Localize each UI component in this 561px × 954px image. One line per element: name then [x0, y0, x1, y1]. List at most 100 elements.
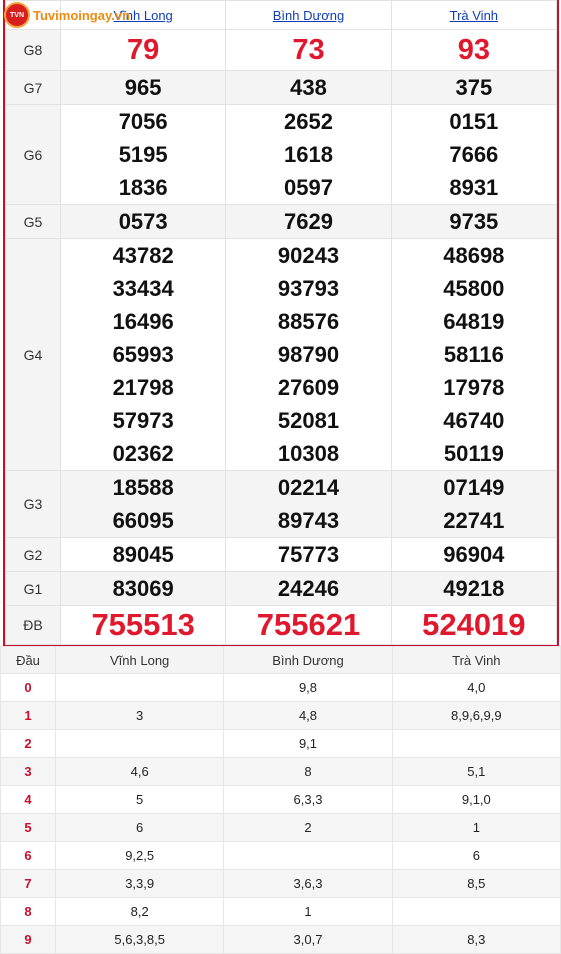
prize-label: ĐB	[5, 605, 61, 645]
dau-cell	[223, 841, 393, 870]
prize-number: 0597	[284, 175, 333, 200]
prize-number: 57973	[112, 408, 174, 433]
dau-row: 4 5 6,3,3 9,1,0	[0, 785, 561, 814]
prize-number: 24246	[277, 576, 340, 601]
prize-number: 02362	[112, 441, 174, 466]
prize-number: 73	[292, 34, 325, 66]
results-table-container: Vĩnh Long Bình Dương Trà Vinh G8 79 73 93 G7…	[3, 0, 559, 647]
dau-digit: 1	[0, 701, 56, 730]
dau-row: 3 4,6 8 5,1	[0, 757, 561, 786]
dau-cell	[54, 729, 225, 758]
prize-label: G4	[5, 238, 61, 471]
prize-number: 2652	[284, 109, 333, 134]
dau-row: 9 5,6,3,8,5 3,0,7 8,3	[0, 925, 561, 954]
dau-digit: 9	[0, 925, 56, 954]
prize-cell: 96904	[390, 537, 558, 572]
prize-cell: 0151 7666 8931	[390, 104, 558, 205]
prize-label: G5	[5, 204, 61, 239]
dau-cell: 4,6	[54, 757, 225, 786]
province-header-2[interactable]: Trà Vinh	[390, 0, 558, 30]
dau-cell: 3,0,7	[223, 925, 393, 954]
prize-number: 64819	[443, 309, 505, 334]
prize-cell: 7056 5195 1836	[59, 104, 227, 205]
prize-cell: 83069	[59, 571, 227, 606]
prize-cell: 73	[225, 29, 392, 71]
dau-body: 0 9,8 4,0 1 3 4,8 8,9,6,9,9 2 9,1 3 4,6 8 5,1 4 5 6,3,3…	[0, 673, 561, 954]
dau-row: 2 9,1	[0, 729, 561, 758]
logo-text: Tuvimoingay.vn	[33, 7, 131, 23]
prize-number: 1836	[118, 175, 168, 200]
prize-number: 45800	[443, 276, 505, 301]
prize-cell: 375	[390, 70, 558, 105]
dau-cell: 8,2	[54, 897, 225, 926]
prize-cell: 524019	[390, 605, 558, 645]
province-link-binh-duong[interactable]: Bình Dương	[273, 8, 344, 23]
dau-row: 7 3,3,9 3,6,3 8,5	[0, 869, 561, 898]
prize-number: 93793	[277, 276, 340, 301]
prize-number: 22741	[443, 508, 505, 533]
dau-cell: 9,2,5	[54, 841, 225, 870]
dau-cell	[391, 729, 561, 758]
prize-cell: 48698 45800 64819 58116 17978 46740 50119	[390, 238, 558, 471]
prize-number: 375	[455, 75, 493, 100]
lottery-results-table: Vĩnh Long Bình Dương Trà Vinh G8 79 73 93 G7…	[5, 0, 558, 645]
dau-header-1: Vĩnh Long	[54, 646, 225, 674]
prize-number: 50119	[443, 441, 504, 466]
dau-cell: 4,0	[391, 673, 561, 702]
prize-number: 43782	[112, 243, 174, 268]
prize-cell: 7629	[225, 204, 392, 239]
dau-digit: 6	[0, 841, 56, 870]
prize-label: G6	[5, 104, 61, 205]
prize-number: 07149	[443, 475, 505, 500]
dau-row: 6 9,2,5 6	[0, 841, 561, 870]
prize-number: 7629	[284, 209, 333, 234]
dau-cell: 6	[391, 841, 561, 870]
prize-number: 58116	[443, 342, 504, 367]
dau-cell: 2	[223, 813, 393, 842]
site-logo[interactable]: TVN Tuvimoingay.vn	[4, 2, 130, 28]
prize-number: 1618	[284, 142, 333, 167]
prize-row: G1 83069 24246 49218	[5, 571, 558, 606]
dau-digit: 7	[0, 869, 56, 898]
prize-cell: 9735	[390, 204, 558, 239]
province-header-1[interactable]: Bình Dương	[225, 0, 392, 30]
prize-number: 52081	[277, 408, 340, 433]
dau-cell: 8,9,6,9,9	[391, 701, 561, 730]
prize-number: 17978	[443, 375, 505, 400]
prize-cell: 43782 33434 16496 65993 21798 57973 02362	[59, 238, 227, 471]
prize-number: 524019	[422, 607, 526, 642]
dau-cell: 9,8	[223, 673, 393, 702]
prize-row: ĐB 755513 755621 524019	[5, 605, 558, 645]
prize-cell: 24246	[225, 571, 392, 606]
prize-number: 0573	[118, 209, 168, 234]
prize-cell: 90243 93793 88576 98790 27609 52081 10308	[225, 238, 392, 471]
prize-cell: 02214 89743	[225, 470, 392, 538]
province-link-tra-vinh[interactable]: Trà Vinh	[450, 8, 498, 23]
prize-number: 965	[124, 75, 162, 100]
prize-number: 79	[127, 34, 160, 66]
dau-cell: 1	[223, 897, 393, 926]
dau-cell: 8,5	[391, 869, 561, 898]
prize-cell: 2652 1618 0597	[225, 104, 392, 205]
prize-cell: 438	[225, 70, 392, 105]
prize-row: G4 43782 33434 16496 65993 21798 57973 02362 902…	[5, 238, 558, 471]
dau-row: 1 3 4,8 8,9,6,9,9	[0, 701, 561, 730]
dau-header-2: Bình Dương	[223, 646, 393, 674]
dau-header-0: Đầu	[0, 646, 56, 674]
prize-number: 89045	[112, 542, 174, 567]
prize-number: 75773	[277, 542, 340, 567]
dau-row: 5621	[0, 813, 561, 842]
prize-label: G2	[5, 537, 61, 572]
prize-number: 7056	[118, 109, 168, 134]
prize-cell: 79	[59, 29, 227, 71]
prize-number: 0151	[449, 109, 499, 134]
dau-row: 8 8,2 1	[0, 897, 561, 926]
prize-number: 18588	[112, 475, 174, 500]
dau-digit: 8	[0, 897, 56, 926]
dau-digit: 4	[0, 785, 56, 814]
prize-row: G7 965 438 375	[5, 70, 558, 105]
prize-number: 93	[457, 34, 490, 66]
dau-digit: 3	[0, 757, 56, 786]
prize-cell: 89045	[59, 537, 227, 572]
dau-header-row: Đầu Vĩnh Long Bình Dương Trà Vinh	[0, 646, 561, 674]
